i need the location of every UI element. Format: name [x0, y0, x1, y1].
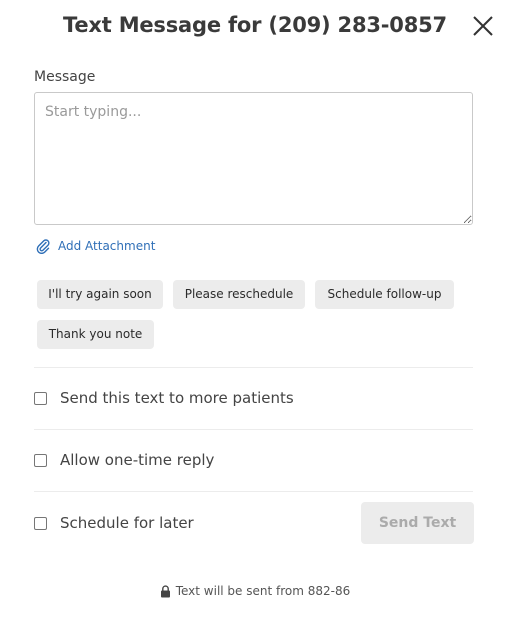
close-button[interactable] [470, 14, 496, 40]
sender-info-text: Text will be sent from 882-86 [175, 584, 351, 598]
page-title: Text Message for (209) 283-0857 [63, 13, 447, 37]
send-to-more-label: Send this text to more patients [60, 389, 294, 407]
divider [34, 429, 473, 430]
message-label: Message [34, 69, 96, 85]
one-time-reply-option[interactable]: Allow one-time reply [34, 451, 214, 469]
close-icon[interactable] [470, 14, 496, 40]
message-textarea[interactable] [34, 92, 473, 225]
divider [34, 491, 473, 492]
paperclip-icon [36, 239, 50, 254]
quick-reply-try-again[interactable]: I'll try again soon [37, 280, 163, 309]
send-to-more-option[interactable]: Send this text to more patients [34, 389, 294, 407]
lock-icon [160, 584, 170, 597]
quick-reply-thank-you[interactable]: Thank you note [37, 320, 154, 349]
schedule-later-option[interactable]: Schedule for later [34, 514, 194, 532]
schedule-later-checkbox[interactable] [34, 516, 47, 530]
send-text-button[interactable]: Send Text [361, 502, 474, 544]
schedule-later-label: Schedule for later [60, 514, 194, 532]
add-attachment-link[interactable]: Add Attachment [36, 238, 155, 254]
one-time-reply-checkbox[interactable] [34, 453, 47, 467]
one-time-reply-label: Allow one-time reply [60, 451, 215, 469]
sender-info: Text will be sent from 882-86 [0, 584, 510, 598]
add-attachment-label: Add Attachment [58, 239, 156, 253]
send-to-more-checkbox[interactable] [34, 391, 47, 405]
quick-reply-reschedule[interactable]: Please reschedule [173, 280, 305, 309]
quick-reply-follow-up[interactable]: Schedule follow-up [315, 280, 454, 309]
divider [34, 367, 473, 368]
